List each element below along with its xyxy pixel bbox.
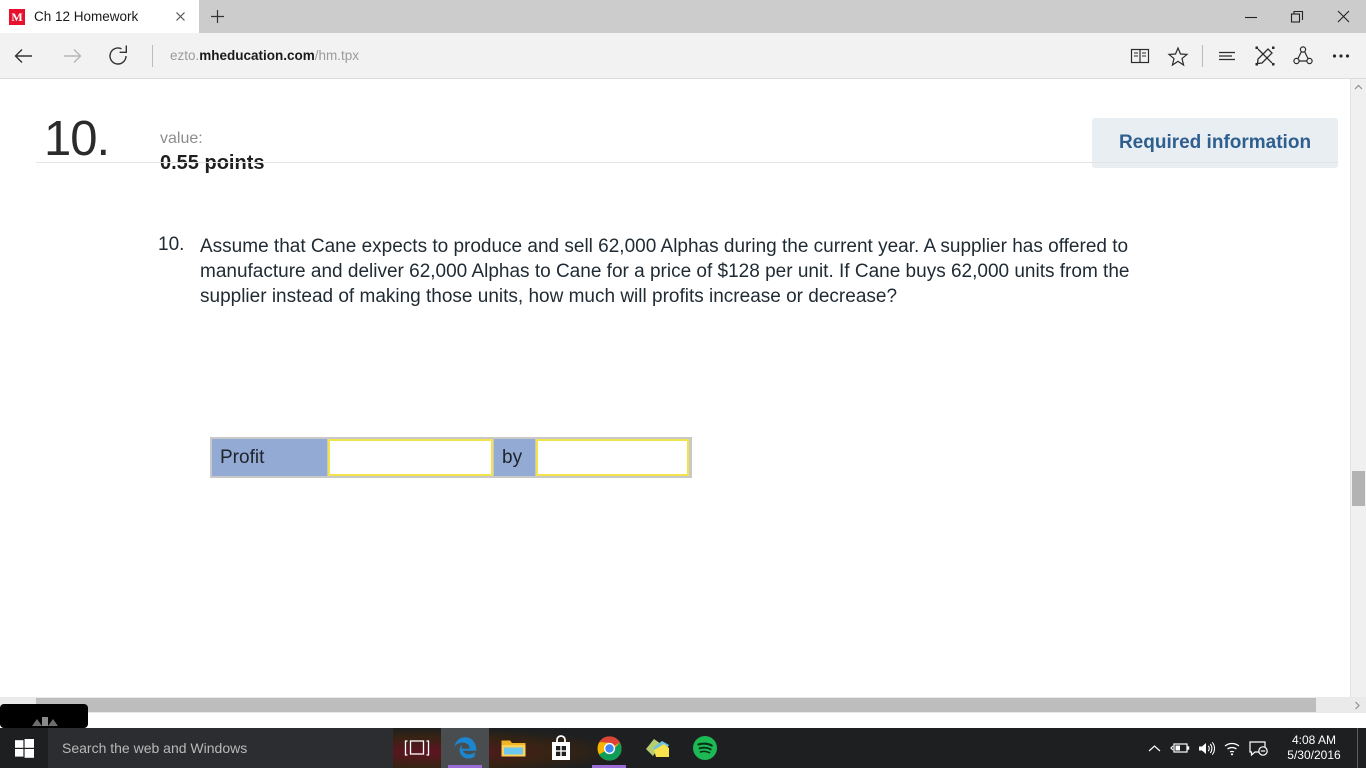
start-button[interactable] [0,728,48,768]
forward-button[interactable] [54,38,90,74]
scroll-right-icon[interactable] [1350,697,1364,713]
url-divider [152,45,153,67]
taskbar-app-chrome[interactable] [585,728,633,768]
url-prefix: ezto. [170,48,200,63]
question-list-number: 10. [158,234,185,255]
browser-nav-bar: ezto.mheducation.com/hm.tpx [0,33,1366,79]
search-input[interactable]: Search the web and Windows [48,728,393,768]
browser-tab[interactable]: M Ch 12 Homework [0,0,199,33]
question-header: 10. value: 0.55 points Required informat… [36,97,1338,181]
header-divider [36,162,1338,163]
question-text: Assume that Cane expects to produce and … [200,236,1130,307]
window-close-button[interactable] [1320,0,1366,33]
answer-direction-input[interactable] [330,441,491,474]
answer-label-profit: Profit [212,439,327,476]
tray-battery-icon[interactable] [1167,728,1193,768]
window-minimize-button[interactable] [1228,0,1274,33]
favorites-star-icon[interactable] [1159,38,1197,74]
system-tray: 4:08 AM 5/30/2016 [1141,728,1366,768]
tab-favicon-icon: M [9,8,25,25]
browser-toolbar-icons [1121,38,1360,74]
reading-view-icon[interactable] [1121,38,1159,74]
answer-direction-cell[interactable] [328,439,493,476]
tray-show-hidden-icon[interactable] [1141,728,1167,768]
answer-label-by: by [494,439,535,476]
answer-amount-cell[interactable] [536,439,689,476]
windows-taskbar: Search the web and Windows 4:08 AM 5/30/… [0,728,1366,768]
taskbar-clock[interactable]: 4:08 AM 5/30/2016 [1271,728,1357,768]
taskbar-popup-glyph-icon [30,714,60,726]
tray-volume-icon[interactable] [1193,728,1219,768]
taskbar-app-spotify[interactable] [681,728,729,768]
scroll-up-icon[interactable] [1351,79,1366,95]
horizontal-scrollbar-thumb[interactable] [36,698,1316,712]
hub-icon[interactable] [1208,38,1246,74]
vertical-scrollbar[interactable] [1350,79,1366,713]
browser-title-bar: M Ch 12 Homework [0,0,1366,33]
clock-time: 4:08 AM [1291,733,1337,747]
taskbar-app-sticky-notes[interactable] [633,728,681,768]
page-content: 10. value: 0.55 points Required informat… [0,79,1351,713]
new-tab-button[interactable] [199,0,235,33]
question-number-large: 10. [44,112,110,166]
taskbar-app-store[interactable] [537,728,585,768]
web-note-icon[interactable] [1246,38,1284,74]
screen: M Ch 12 Homework ezto.mheducation.com/hm… [0,0,1366,768]
window-controls [1228,0,1366,33]
show-desktop-button[interactable] [1357,728,1366,768]
answer-amount-input[interactable] [538,441,687,474]
taskbar-app-edge[interactable] [441,728,489,768]
required-information-button[interactable]: Required information [1092,118,1338,168]
tray-network-icon[interactable] [1219,728,1245,768]
question-value-points: 0.55 points [160,152,265,174]
tab-title: Ch 12 Homework [34,9,139,24]
question-value-label: value: [160,130,203,147]
toolbar-divider [1202,45,1203,67]
more-icon[interactable] [1322,38,1360,74]
search-placeholder: Search the web and Windows [62,740,248,756]
back-button[interactable] [6,38,42,74]
url-host: mheducation.com [199,48,315,63]
refresh-button[interactable] [100,38,136,74]
tab-close-icon[interactable] [172,8,189,25]
tray-action-center-icon[interactable] [1245,728,1271,768]
taskbar-app-file-explorer[interactable] [489,728,537,768]
share-icon[interactable] [1284,38,1322,74]
answer-table: Profit by [210,437,692,478]
horizontal-scrollbar[interactable] [0,697,1366,713]
clock-date: 5/30/2016 [1287,748,1341,762]
taskbar-thumbnail-popup[interactable] [0,704,88,728]
url-path: /hm.tpx [314,48,360,63]
address-bar[interactable]: ezto.mheducation.com/hm.tpx [170,45,359,67]
task-view-button[interactable] [393,728,441,768]
window-restore-button[interactable] [1274,0,1320,33]
vertical-scrollbar-thumb[interactable] [1352,471,1365,506]
